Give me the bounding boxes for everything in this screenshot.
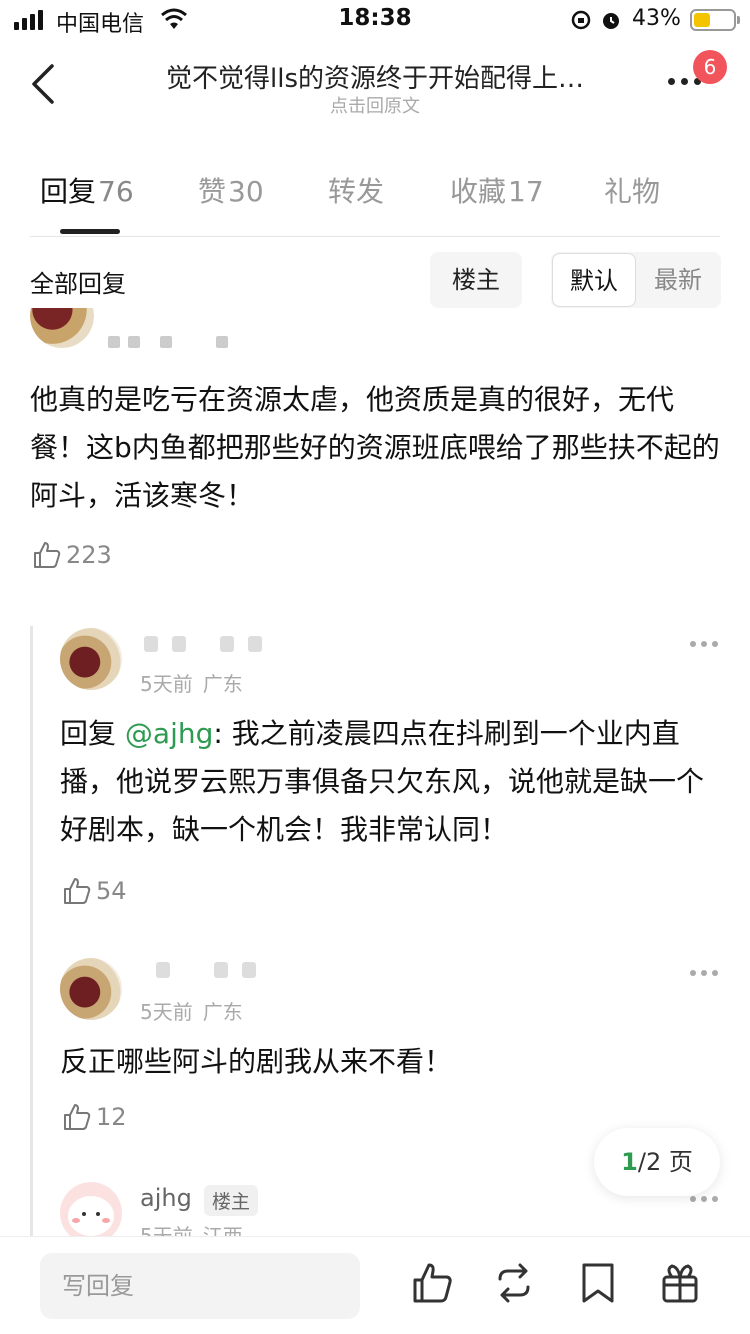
username-blurred[interactable] (108, 336, 228, 348)
avatar[interactable] (30, 308, 94, 348)
tab-count: 76 (98, 175, 134, 208)
thread-line (30, 626, 33, 1236)
tab-replies[interactable]: 回复76 (40, 170, 134, 210)
thumbs-up-icon (34, 542, 61, 568)
sort-toggle: 默认 最新 (551, 252, 721, 308)
like-button[interactable]: 223 (32, 540, 112, 570)
reply-meta: 5天前 广东 (140, 996, 243, 1025)
bookmark-icon[interactable] (576, 1261, 620, 1305)
tab-label: 礼物 (604, 175, 661, 208)
page-title[interactable]: 觉不觉得lls的资源终于开始配得上… (115, 58, 635, 95)
mention-link[interactable]: @ajhg (125, 717, 213, 750)
page-total: /2 页 (637, 1148, 693, 1176)
thumbs-up-icon (64, 1104, 91, 1130)
tab-count: 30 (228, 175, 264, 208)
all-replies-heading: 全部回复 (30, 270, 126, 298)
tab-repost[interactable]: 转发 (328, 170, 384, 210)
more-icon[interactable] (690, 1196, 718, 1202)
reply-prefix: 回复 (60, 717, 125, 750)
owner-only-button[interactable]: 楼主 (430, 252, 522, 308)
divider (30, 236, 720, 237)
page-indicator[interactable]: 1/2 页 (594, 1128, 720, 1196)
tab-gifts[interactable]: 礼物 (604, 170, 660, 210)
tab-favorites[interactable]: 收藏17 (450, 170, 544, 210)
battery-percent: 43% (632, 6, 681, 31)
active-tab-indicator (60, 229, 120, 234)
avatar[interactable] (60, 958, 122, 1020)
reply-time: 5天前 (140, 1000, 193, 1024)
username-blurred[interactable] (144, 636, 262, 652)
like-button[interactable]: 12 (62, 1102, 127, 1132)
sort-latest-button[interactable]: 最新 (636, 252, 720, 308)
tab-label: 转发 (328, 175, 385, 208)
tab-count: 17 (508, 175, 544, 208)
reply-input[interactable]: 写回复 (40, 1253, 360, 1319)
status-bar: 中国电信 18:38 43% (0, 0, 750, 44)
sort-default-button[interactable]: 默认 (552, 253, 636, 307)
more-icon[interactable] (690, 641, 718, 647)
reply-location: 广东 (202, 1000, 243, 1024)
reply-location: 广东 (202, 672, 243, 696)
repost-icon[interactable] (492, 1261, 536, 1305)
battery-icon (690, 9, 740, 31)
tab-likes[interactable]: 赞30 (198, 170, 264, 210)
tab-label: 赞 (198, 175, 227, 208)
like-count: 223 (66, 541, 112, 569)
more-icon[interactable] (668, 78, 701, 85)
reply-text: 回复 @ajhg: 我之前凌晨四点在抖刷到一个业内直播，他说罗云熙万事俱备只欠东… (60, 710, 720, 854)
bottom-bar: 写回复 (0, 1236, 750, 1334)
reply-username[interactable]: ajhg (140, 1184, 192, 1212)
notification-badge: 6 (693, 50, 727, 84)
gift-icon[interactable] (658, 1261, 702, 1305)
like-count: 54 (96, 877, 127, 905)
like-button[interactable]: 54 (62, 876, 127, 906)
thumbs-up-icon[interactable] (410, 1261, 454, 1305)
tab-bar: 回复76 赞30 转发 收藏17 礼物 (0, 170, 750, 234)
back-to-original-link[interactable]: 点击回原文 (0, 92, 750, 118)
avatar[interactable] (60, 628, 122, 690)
rotation-lock-icon (571, 10, 591, 30)
avatar[interactable] (60, 1182, 122, 1244)
tab-label: 回复 (40, 175, 97, 208)
reply-meta: 5天前 广东 (140, 668, 243, 697)
alarm-icon (603, 13, 619, 29)
like-count: 12 (96, 1103, 127, 1131)
owner-badge: 楼主 (204, 1185, 259, 1216)
more-icon[interactable] (690, 970, 718, 976)
thumbs-up-icon (64, 878, 91, 904)
reply-text: 反正哪些阿斗的剧我从来不看！ (60, 1045, 453, 1078)
tab-label: 收藏 (450, 175, 507, 208)
reply-time: 5天前 (140, 672, 193, 696)
page-current: 1 (621, 1148, 638, 1176)
comment-text: 他真的是吃亏在资源太虐，他资质是真的很好，无代餐！这b内鱼都把那些好的资源班底喂… (30, 383, 720, 512)
username-blurred[interactable] (156, 962, 256, 978)
